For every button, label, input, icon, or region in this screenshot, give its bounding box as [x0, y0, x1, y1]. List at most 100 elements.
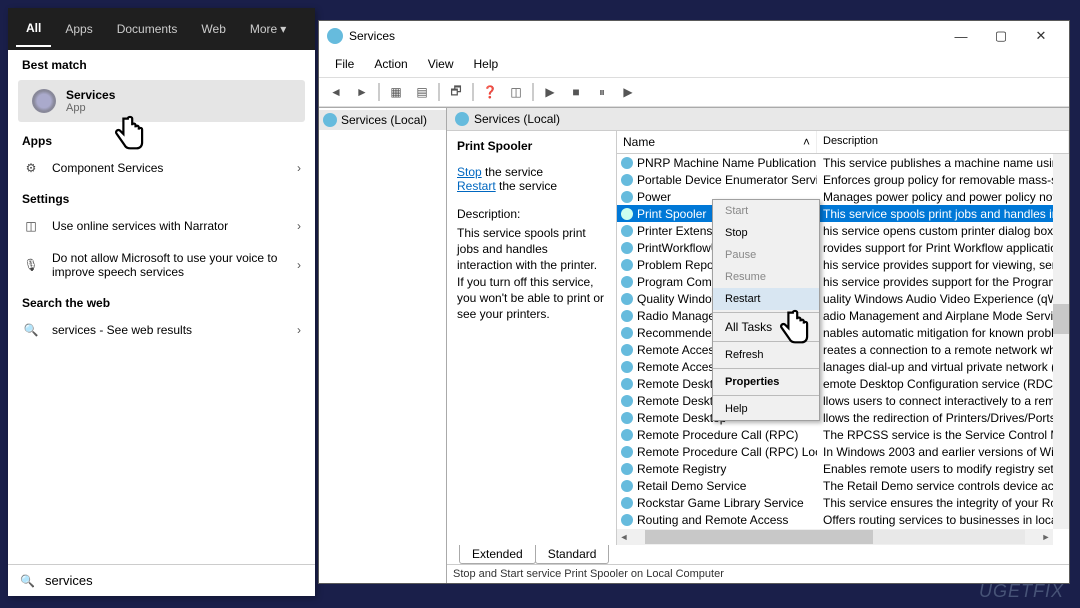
toolbar-icon[interactable]: ◫ [504, 81, 528, 103]
table-row[interactable]: PowerManages power policy and power poli… [617, 188, 1069, 205]
table-row[interactable]: PrintWorkflowUrovides support for Print … [617, 239, 1069, 256]
table-row[interactable]: Remote Procedure Call (RPC) LocatorIn Wi… [617, 443, 1069, 460]
gear-icon: ⚙ [22, 161, 40, 175]
chevron-right-icon: › [297, 323, 301, 337]
chevron-right-icon: › [297, 161, 301, 175]
back-button[interactable]: ◄ [324, 81, 348, 103]
monitor-icon: ◫ [22, 219, 40, 233]
table-row[interactable]: Remote RegistryEnables remote users to m… [617, 460, 1069, 477]
table-row[interactable]: Printer Extensiohis service opens custom… [617, 222, 1069, 239]
col-description[interactable]: Description [817, 131, 1069, 153]
table-row[interactable]: Rockstar Game Library ServiceThis servic… [617, 494, 1069, 511]
titlebar: Services — ▢ ✕ [319, 21, 1069, 51]
service-list: Name˄ Description PNRP Machine Name Publ… [617, 131, 1069, 545]
window-title: Services [349, 29, 941, 43]
tab-web[interactable]: Web [191, 12, 235, 46]
ctx-refresh[interactable]: Refresh [713, 344, 819, 366]
menu-help[interactable]: Help [464, 53, 509, 75]
maximize-button[interactable]: ▢ [981, 22, 1021, 50]
tree-node-services-local[interactable]: Services (Local) [319, 110, 446, 130]
restart-icon[interactable]: ▶ [616, 81, 640, 103]
table-row[interactable]: PNRP Machine Name Publication Servi…This… [617, 154, 1069, 171]
table-row[interactable]: Remote Procedure Call (RPC)The RPCSS ser… [617, 426, 1069, 443]
table-row[interactable]: Program Comphis service provides support… [617, 273, 1069, 290]
result-component-services[interactable]: ⚙ Component Services › [8, 152, 315, 184]
pause-icon[interactable]: ⏸ [590, 81, 614, 103]
menu-action[interactable]: Action [364, 53, 417, 75]
result-web-services[interactable]: 🔍 services - See web results › [8, 314, 315, 346]
play-icon[interactable]: ▶ [538, 81, 562, 103]
ctx-resume: Resume [713, 266, 819, 288]
search-icon: 🔍 [20, 574, 35, 588]
search-input[interactable] [45, 573, 303, 588]
help-icon[interactable]: ❓ [478, 81, 502, 103]
table-row[interactable]: Quality Windowuality Windows Audio Video… [617, 290, 1069, 307]
restart-link[interactable]: Restart [457, 179, 496, 193]
services-icon [455, 112, 469, 126]
watermark: UGETFIX [979, 581, 1064, 602]
tree-panel: Services (Local) [319, 108, 447, 583]
toolbar-icon[interactable]: 🗗 [444, 81, 468, 103]
search-icon: 🔍 [22, 323, 40, 337]
detail-title: Print Spooler [457, 139, 606, 153]
view-tabs: Extended Standard [447, 545, 1069, 564]
ctx-start: Start [713, 200, 819, 222]
stop-link[interactable]: Stop [457, 165, 482, 179]
tab-all[interactable]: All [16, 11, 51, 47]
stop-icon[interactable]: ■ [564, 81, 588, 103]
table-row[interactable]: Problem Reporthis service provides suppo… [617, 256, 1069, 273]
gear-icon [32, 89, 56, 113]
table-row[interactable]: Recommendednables automatic mitigation f… [617, 324, 1069, 341]
table-row[interactable]: Portable Device Enumerator ServiceEnforc… [617, 171, 1069, 188]
tab-more[interactable]: More [240, 12, 296, 46]
toolbar-icon[interactable]: ▦ [384, 81, 408, 103]
menu-file[interactable]: File [325, 53, 364, 75]
best-match-label: Best match [8, 50, 315, 76]
list-rows: PNRP Machine Name Publication Servi…This… [617, 154, 1069, 545]
table-row[interactable]: Routing and Remote AccessOffers routing … [617, 511, 1069, 528]
close-button[interactable]: ✕ [1021, 22, 1061, 50]
tab-documents[interactable]: Documents [107, 12, 188, 46]
col-name[interactable]: Name˄ [617, 131, 817, 153]
search-tabs: All Apps Documents Web More [8, 8, 315, 50]
menu-view[interactable]: View [418, 53, 464, 75]
services-icon [327, 28, 343, 44]
ctx-pause: Pause [713, 244, 819, 266]
ctx-stop[interactable]: Stop [713, 222, 819, 244]
horizontal-scrollbar[interactable]: ◄► [617, 529, 1053, 545]
table-row[interactable]: Remote Desktopllows the redirection of P… [617, 409, 1069, 426]
table-row[interactable]: Print SpoolerThis service spools print j… [617, 205, 1069, 222]
tab-standard[interactable]: Standard [535, 545, 610, 564]
context-menu: Start Stop Pause Resume Restart All Task… [712, 199, 820, 421]
mic-icon: 🎙 [22, 258, 40, 272]
best-match-result[interactable]: Services App [18, 80, 305, 122]
section-settings: Settings [8, 184, 315, 210]
ctx-help[interactable]: Help [713, 398, 819, 420]
services-window: Services — ▢ ✕ File Action View Help ◄ ►… [318, 20, 1070, 584]
best-match-sub: App [66, 102, 115, 114]
tab-extended[interactable]: Extended [459, 545, 536, 564]
ctx-restart[interactable]: Restart [713, 288, 819, 310]
table-row[interactable]: Radio Managenadio Management and Airplan… [617, 307, 1069, 324]
table-row[interactable]: Retail Demo ServiceThe Retail Demo servi… [617, 477, 1069, 494]
table-row[interactable]: Remote Desktopemote Desktop Configuratio… [617, 375, 1069, 392]
ctx-all-tasks[interactable]: All Tasks› [713, 315, 819, 339]
column-headers: Name˄ Description [617, 131, 1069, 154]
result-narrator[interactable]: ◫ Use online services with Narrator › [8, 210, 315, 242]
table-row[interactable]: Remote Desktopllows users to connect int… [617, 392, 1069, 409]
tab-apps[interactable]: Apps [55, 12, 102, 46]
toolbar-icon[interactable]: ▤ [410, 81, 434, 103]
ctx-properties[interactable]: Properties [713, 371, 819, 393]
toolbar: ◄ ► ▦ ▤ 🗗 ❓ ◫ ▶ ■ ⏸ ▶ [319, 78, 1069, 107]
desc-text: This service spools print jobs and handl… [457, 225, 606, 322]
desc-label: Description: [457, 207, 606, 221]
minimize-button[interactable]: — [941, 22, 981, 50]
result-speech[interactable]: 🎙 Do not allow Microsoft to use your voi… [8, 242, 315, 288]
forward-button[interactable]: ► [350, 81, 374, 103]
list-header: Services (Local) [447, 108, 1069, 131]
table-row[interactable]: Remote Accesslanages dial-up and virtual… [617, 358, 1069, 375]
best-match-title: Services [66, 88, 115, 102]
vertical-scrollbar[interactable] [1053, 154, 1069, 529]
chevron-right-icon: › [297, 258, 301, 272]
table-row[interactable]: Remote Accessreates a connection to a re… [617, 341, 1069, 358]
